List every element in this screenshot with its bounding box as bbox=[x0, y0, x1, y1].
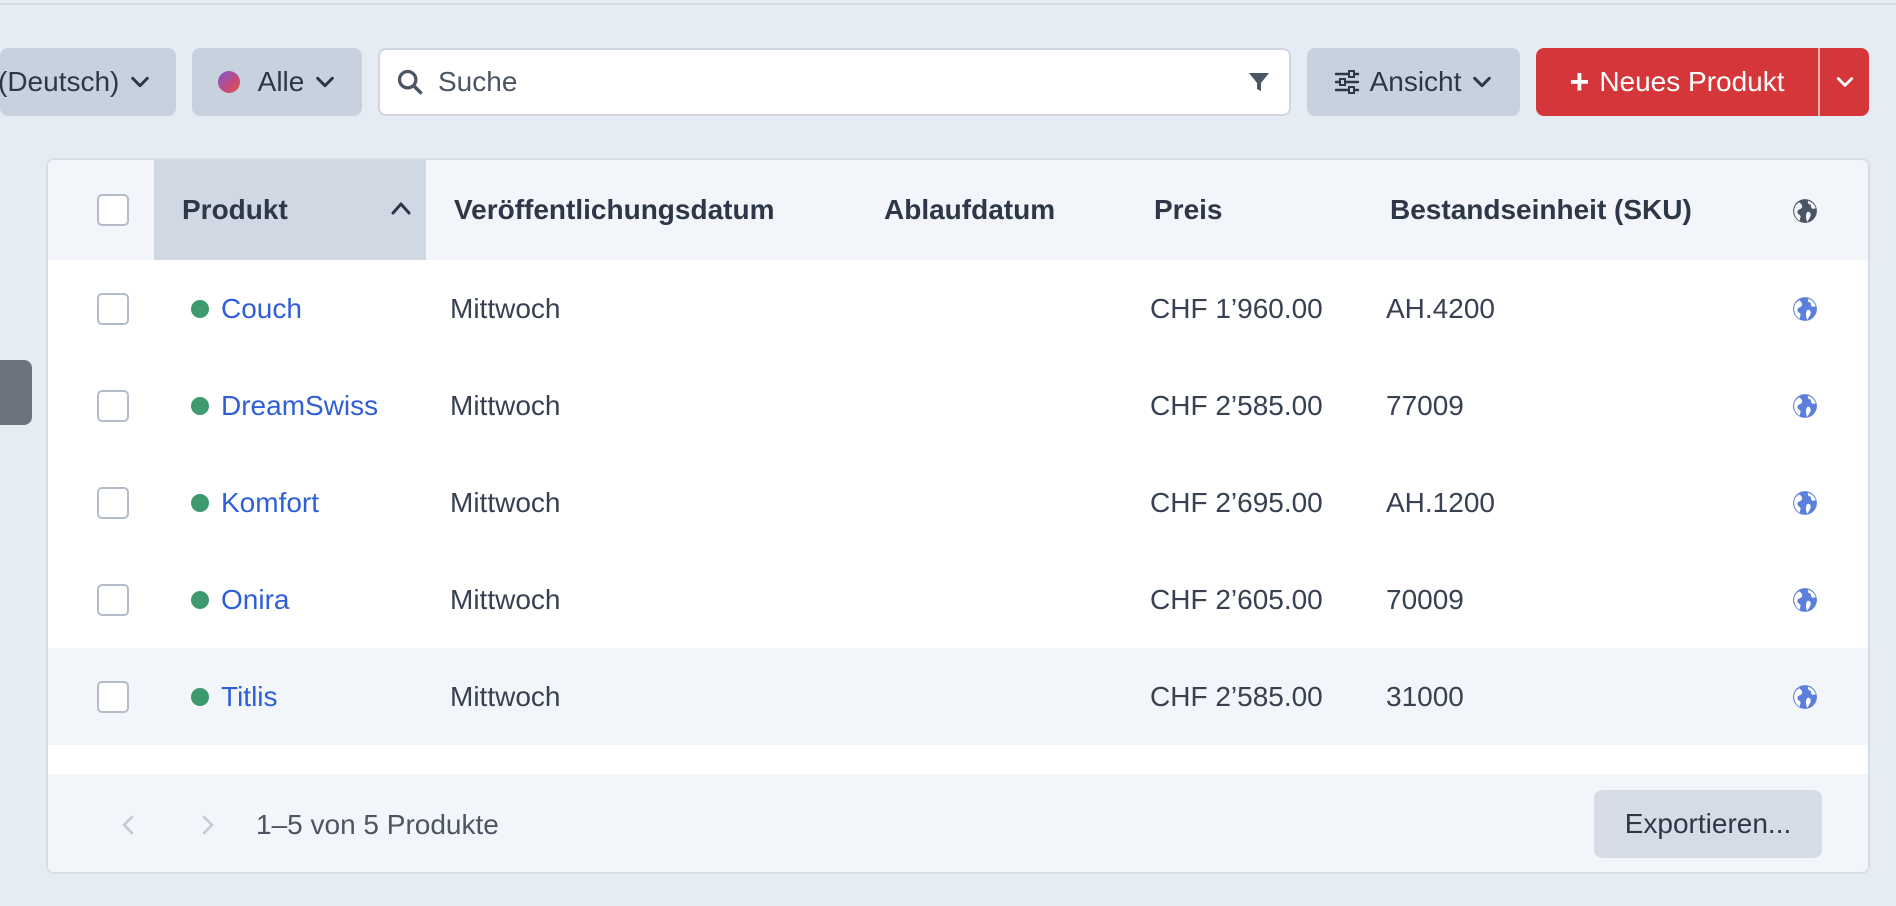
price-cell: CHF 2’695.00 bbox=[1150, 486, 1323, 518]
products-table: Produkt Veröffentlichungsdatum Ablaufdat… bbox=[46, 158, 1870, 874]
price-cell: CHF 1’960.00 bbox=[1150, 292, 1323, 324]
sku-cell: 70009 bbox=[1386, 583, 1464, 615]
sku-cell: AH.4200 bbox=[1386, 292, 1495, 324]
previous-page-button[interactable] bbox=[120, 774, 136, 872]
product-cell: Titlis bbox=[191, 648, 278, 745]
status-active-dot bbox=[191, 493, 209, 512]
new-product-button-group: + Neues Produkt bbox=[1536, 48, 1869, 116]
top-divider bbox=[0, 0, 1896, 5]
product-cell: Couch bbox=[191, 260, 302, 357]
product-cell: Onira bbox=[191, 551, 289, 648]
export-label: Exportieren... bbox=[1624, 808, 1792, 839]
table-footer: 1–5 von 5 Produkte Exportieren... bbox=[48, 774, 1868, 872]
status-color-icon bbox=[217, 71, 240, 93]
chevron-left-icon bbox=[122, 815, 134, 835]
sidebar-toggle-handle[interactable] bbox=[0, 360, 32, 425]
product-link[interactable]: Titlis bbox=[221, 681, 278, 713]
view-options-dropdown[interactable]: Ansicht bbox=[1307, 48, 1520, 116]
product-cell: DreamSwiss bbox=[191, 357, 378, 454]
price-cell: CHF 2’605.00 bbox=[1150, 583, 1323, 615]
product-link[interactable]: Onira bbox=[221, 584, 289, 616]
globe-icon[interactable] bbox=[1792, 587, 1818, 613]
sku-cell: 77009 bbox=[1386, 389, 1464, 421]
view-options-label: Ansicht bbox=[1369, 66, 1462, 97]
new-product-options-button[interactable] bbox=[1820, 48, 1869, 116]
column-header-label: Ablaufdatum bbox=[884, 194, 1056, 225]
next-page-button[interactable] bbox=[200, 774, 216, 872]
filter-icon[interactable] bbox=[1247, 70, 1271, 94]
select-all-checkbox[interactable] bbox=[97, 194, 129, 226]
table-row[interactable]: DreamSwiss Mittwoch CHF 2’585.00 77009 bbox=[48, 357, 1868, 454]
sliders-icon bbox=[1334, 70, 1359, 94]
chevron-down-icon bbox=[1473, 76, 1492, 88]
globe-icon[interactable] bbox=[1792, 198, 1818, 224]
row-checkbox[interactable] bbox=[97, 487, 129, 519]
table-row[interactable]: Komfort Mittwoch CHF 2’695.00 AH.1200 bbox=[48, 454, 1868, 551]
globe-icon[interactable] bbox=[1792, 393, 1818, 419]
publish-date-cell: Mittwoch bbox=[450, 486, 561, 518]
product-link[interactable]: Couch bbox=[221, 293, 302, 325]
table-row[interactable]: Titlis Mittwoch CHF 2’585.00 31000 bbox=[48, 648, 1868, 745]
new-product-button[interactable]: + Neues Produkt bbox=[1536, 48, 1820, 116]
status-filter-label: Alle bbox=[257, 66, 305, 97]
chevron-down-icon bbox=[131, 76, 150, 88]
chevron-down-icon bbox=[1836, 77, 1853, 87]
publish-date-cell: Mittwoch bbox=[450, 292, 561, 324]
sort-ascending-icon bbox=[391, 202, 411, 215]
plus-icon: + bbox=[1569, 63, 1590, 101]
new-product-label: Neues Produkt bbox=[1599, 66, 1785, 97]
row-checkbox[interactable] bbox=[97, 390, 129, 422]
column-header-expiry-date[interactable]: Ablaufdatum bbox=[884, 160, 1055, 260]
price-cell: CHF 2’585.00 bbox=[1150, 389, 1323, 421]
language-dropdown[interactable]: (Deutsch) bbox=[0, 48, 176, 116]
globe-icon[interactable] bbox=[1792, 490, 1818, 516]
search-box[interactable] bbox=[378, 48, 1291, 116]
status-active-dot bbox=[191, 687, 209, 706]
language-label: (Deutsch) bbox=[0, 66, 120, 97]
column-header-sku[interactable]: Bestandseinheit (SKU) bbox=[1390, 160, 1692, 260]
status-active-dot bbox=[191, 396, 209, 415]
search-icon bbox=[397, 69, 423, 95]
column-header-publish-date[interactable]: Veröffentlichungsdatum bbox=[454, 160, 774, 260]
product-cell: Komfort bbox=[191, 454, 319, 551]
table-row[interactable]: Onira Mittwoch CHF 2’605.00 70009 bbox=[48, 551, 1868, 648]
globe-icon[interactable] bbox=[1792, 296, 1818, 322]
column-header-label: Bestandseinheit (SKU) bbox=[1390, 194, 1692, 225]
chevron-right-icon bbox=[202, 815, 214, 835]
table-header: Produkt Veröffentlichungsdatum Ablaufdat… bbox=[48, 160, 1868, 260]
row-checkbox[interactable] bbox=[97, 584, 129, 616]
column-header-label: Produkt bbox=[182, 194, 288, 225]
globe-icon[interactable] bbox=[1792, 684, 1818, 710]
status-filter-dropdown[interactable]: Alle bbox=[192, 48, 362, 116]
chevron-down-icon bbox=[316, 76, 335, 88]
column-header-product[interactable]: Produkt bbox=[154, 160, 426, 260]
export-button[interactable]: Exportieren... bbox=[1594, 790, 1822, 858]
status-active-dot bbox=[191, 590, 209, 609]
price-cell: CHF 2’585.00 bbox=[1150, 680, 1323, 712]
row-checkbox[interactable] bbox=[97, 681, 129, 713]
row-checkbox[interactable] bbox=[97, 293, 129, 325]
publish-date-cell: Mittwoch bbox=[450, 389, 561, 421]
search-input[interactable] bbox=[438, 66, 1218, 98]
table-row[interactable]: Couch Mittwoch CHF 1’960.00 AH.4200 bbox=[48, 260, 1868, 357]
sku-cell: 31000 bbox=[1386, 680, 1464, 712]
column-header-label: Preis bbox=[1154, 194, 1223, 225]
publish-date-cell: Mittwoch bbox=[450, 583, 561, 615]
product-link[interactable]: Komfort bbox=[221, 487, 319, 519]
column-header-label: Veröffentlichungsdatum bbox=[454, 194, 775, 225]
pagination-summary: 1–5 von 5 Produkte bbox=[256, 809, 499, 840]
status-active-dot bbox=[191, 299, 209, 318]
publish-date-cell: Mittwoch bbox=[450, 680, 561, 712]
column-header-price[interactable]: Preis bbox=[1154, 160, 1223, 260]
sku-cell: AH.1200 bbox=[1386, 486, 1495, 518]
product-link[interactable]: DreamSwiss bbox=[221, 390, 378, 422]
